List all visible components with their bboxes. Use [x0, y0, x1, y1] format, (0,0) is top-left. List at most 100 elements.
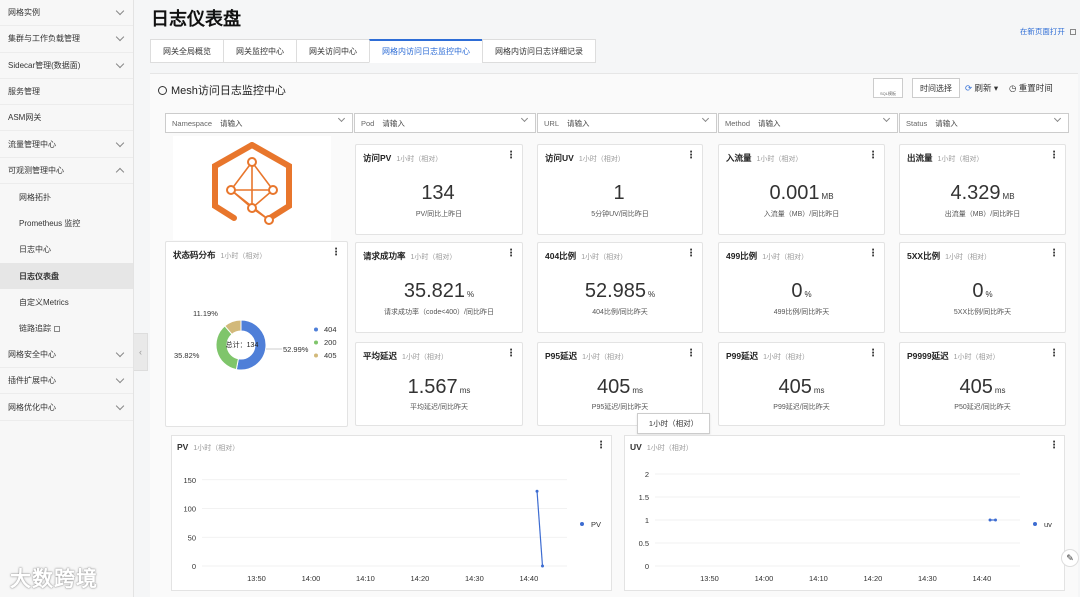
tab[interactable]: 网关监控中心 — [223, 39, 296, 63]
edit-pencil-icon[interactable]: ✎ — [1061, 549, 1079, 567]
metric-value: 0% — [719, 280, 884, 303]
sidebar-item[interactable]: 网格安全中心 — [0, 342, 133, 369]
metric-range: 1小时（相对） — [578, 156, 625, 163]
legend-label[interactable]: PV — [591, 520, 601, 529]
tab[interactable]: 网格内访问日志详细记录 — [482, 39, 596, 63]
x-tick-label: 14:40 — [519, 574, 538, 583]
filter-select[interactable]: Status 请输入 — [899, 113, 1069, 133]
more-icon[interactable]: ⋮ — [506, 248, 516, 259]
more-icon[interactable]: ⋮ — [868, 348, 878, 359]
filter-select[interactable]: Namespace 请输入 — [165, 113, 353, 133]
legend-label[interactable]: 200 — [324, 338, 337, 347]
pie-value-label: 35.82% — [174, 351, 200, 360]
open-new-page-label: 在新页面打开 — [1019, 27, 1065, 36]
sidebar-item-label: Sidecar管理(数据面) — [8, 60, 81, 70]
filter-placeholder: 请输入 — [567, 118, 590, 128]
metric-subtitle: 499比例/同比昨天 — [773, 309, 830, 316]
more-icon[interactable]: ⋮ — [506, 150, 516, 161]
metric-value: 134 — [356, 182, 522, 205]
chevron-down-icon — [115, 348, 125, 358]
metric-range: 1小时（相对） — [402, 354, 448, 361]
refresh-button[interactable]: ⟳ 刷新 ▾ — [965, 82, 998, 94]
metric-unit: ms — [813, 386, 825, 395]
tab[interactable]: 网关全局概览 — [150, 39, 223, 63]
metric-card: 499比例 1小时（相对） ⋮ 0% 499比例/同比昨天 — [718, 242, 885, 333]
chevron-down-icon — [701, 114, 710, 123]
metric-number: 4.329 — [950, 182, 1001, 204]
chevron-down-icon — [882, 114, 891, 123]
more-icon[interactable]: ⋮ — [686, 348, 696, 359]
sidebar-item[interactable]: Sidecar管理(数据面) — [0, 53, 133, 79]
metric-title-text: 5XX比例 — [907, 251, 941, 261]
metric-title-text: 请求成功率 — [363, 251, 406, 261]
filter-select[interactable]: Pod 请输入 — [354, 113, 536, 133]
metric-value: 0.001 MB — [719, 182, 884, 205]
metric-card: 404比例 1小时（相对） ⋮ 52.985% 404比例/同比昨天 — [537, 242, 703, 333]
metric-value: 405 ms — [719, 376, 884, 399]
more-icon[interactable]: ⋮ — [868, 150, 878, 161]
metric-card: 访问UV 1小时（相对） ⋮ 1 5分钟UV/同比昨日 — [537, 144, 703, 235]
sidebar-item-label: 网格安全中心 — [8, 350, 56, 359]
sidebar-item[interactable]: ASM网关 — [0, 105, 133, 132]
more-icon[interactable]: ⋮ — [868, 248, 878, 259]
sidebar-item[interactable]: 网格实例 — [0, 0, 133, 27]
filter-select[interactable]: Method 请输入 — [718, 113, 898, 133]
chevron-left-icon: ‹ — [139, 347, 142, 357]
tab[interactable]: 网关访问中心 — [296, 39, 369, 63]
legend-label[interactable]: 404 — [324, 325, 337, 334]
x-tick-label: 14:00 — [755, 574, 774, 583]
more-icon[interactable]: ⋮ — [1049, 248, 1059, 259]
filter-select[interactable]: URL 请输入 — [537, 113, 717, 133]
y-tick-label: 50 — [188, 533, 196, 542]
more-icon[interactable]: ⋮ — [506, 348, 516, 359]
more-icon[interactable]: ⋮ — [686, 150, 696, 161]
refresh-label: 刷新 — [974, 83, 992, 93]
metric-unit: % — [648, 290, 656, 299]
legend-dot — [314, 327, 318, 332]
metric-title-text: 访问PV — [363, 153, 392, 163]
sidebar-item[interactable]: 集群与工作负载管理 — [0, 26, 133, 53]
sidebar-item[interactable]: 服务管理 — [0, 79, 133, 106]
metric-title-text: 平均延迟 — [363, 351, 398, 361]
sidebar-item[interactable]: 网格优化中心 — [0, 394, 133, 421]
sidebar-item[interactable]: 链路追踪 — [0, 316, 133, 342]
sidebar-item[interactable]: 插件扩展中心 — [0, 368, 133, 395]
sidebar-item[interactable]: 可观测管理中心 — [0, 158, 133, 185]
legend-dot — [580, 522, 584, 526]
sidebar-item[interactable]: 流量管理中心 — [0, 131, 133, 158]
metric-range: 1小时（相对） — [582, 354, 629, 361]
x-tick-label: 14:30 — [918, 574, 937, 583]
reset-time-button[interactable]: ◷ 重置时间 — [1009, 82, 1053, 94]
metric-title-text: 访问UV — [545, 153, 574, 163]
more-icon[interactable]: ⋮ — [1049, 348, 1059, 359]
sidebar-item[interactable]: Prometheus 监控 — [0, 210, 133, 236]
metric-subtitle: P99延迟/同比昨天 — [773, 404, 830, 411]
metric-subtitle: 5XX比例/同比昨天 — [953, 309, 1012, 316]
metric-range: 1小时（相对） — [762, 254, 809, 261]
legend-label[interactable]: 405 — [324, 351, 337, 360]
metric-unit: ms — [459, 386, 471, 395]
time-select-button[interactable]: 时间选择 — [912, 78, 960, 98]
sql-template-button[interactable]: SQL模板 — [873, 78, 903, 98]
sidebar-item[interactable]: 自定义Metrics — [0, 289, 133, 315]
sidebar-item[interactable]: 日志仪表盘 — [0, 262, 133, 290]
metric-card: 出流量 1小时（相对） ⋮ 4.329 MB 出流量（MB）/同比昨日 — [899, 144, 1066, 235]
data-point — [540, 564, 544, 568]
metric-value: 1.567 ms — [356, 376, 522, 399]
metric-title: 499比例 1小时（相对） — [726, 250, 808, 262]
more-icon[interactable]: ⋮ — [1049, 150, 1059, 161]
legend-label[interactable]: uv — [1044, 520, 1052, 529]
more-icon[interactable]: ⋮ — [686, 248, 696, 259]
y-tick-label: 0 — [192, 562, 196, 571]
sidebar-item[interactable]: 网格拓扑 — [0, 184, 133, 210]
tab[interactable]: 网格内访问日志监控中心 — [369, 39, 482, 63]
metric-subtitle: 平均延迟/同比昨天 — [410, 404, 468, 411]
metric-number: 405 — [596, 376, 631, 398]
metric-card: 请求成功率 1小时（相对） ⋮ 35.821% 请求成功率（code<400）/同比昨日 — [355, 242, 523, 333]
sidebar-item[interactable]: 日志中心 — [0, 237, 133, 263]
mesh-logo-icon — [212, 142, 292, 225]
x-tick-label: 14:40 — [972, 574, 991, 583]
sidebar-collapse-handle[interactable]: ‹ — [134, 333, 148, 371]
filter-label: URL — [544, 118, 560, 128]
open-new-page-link[interactable]: 在新页面打开 — [1020, 26, 1076, 37]
